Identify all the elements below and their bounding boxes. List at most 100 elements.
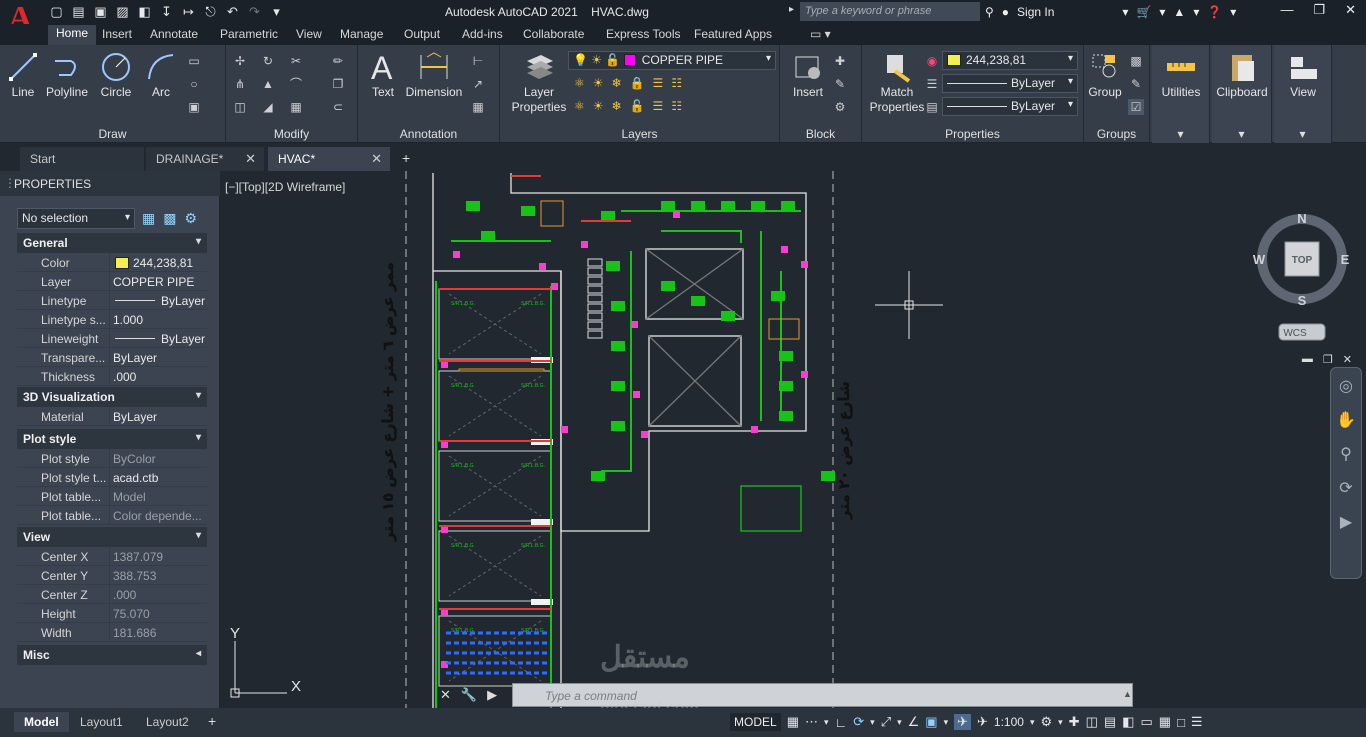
property-row[interactable]: Width 181.686 — [17, 623, 207, 642]
cart-icon[interactable]: 🛒 — [1136, 5, 1151, 19]
layer-properties-button[interactable]: Layer Properties — [510, 51, 568, 115]
ribbon-tab-collaborate[interactable]: Collaborate — [523, 27, 584, 41]
property-row[interactable]: Plot style ByColor — [17, 449, 207, 468]
insert-button[interactable]: Insert — [786, 51, 830, 100]
chevron-down-icon[interactable]: ▾ — [1193, 5, 1199, 19]
circle-button[interactable]: Circle — [96, 51, 136, 100]
close-icon[interactable]: ✕ — [440, 687, 451, 703]
ribbon-tab-parametric[interactable]: Parametric — [220, 27, 278, 41]
close-icon[interactable]: ✕ — [245, 151, 256, 167]
property-row[interactable]: Center Y 388.753 — [17, 566, 207, 585]
autodesk-apps-icon[interactable]: ▲ — [1173, 5, 1185, 19]
chevron-down-icon[interactable]: ▾ — [824, 717, 829, 728]
workspace-gear-icon[interactable]: ⚙ — [1040, 714, 1052, 730]
command-history-icon[interactable]: ▶ — [487, 687, 497, 703]
chevron-down-icon[interactable]: ▾ — [897, 717, 902, 728]
close-icon[interactable]: ✕ — [1345, 2, 1356, 18]
erase-icon[interactable]: ✏ — [330, 53, 346, 69]
search-expand-icon[interactable]: ▸ — [789, 4, 794, 15]
restore-icon[interactable]: ❐ — [1323, 353, 1333, 366]
user-icon[interactable]: ● — [1002, 5, 1009, 19]
infer-constraints-icon[interactable]: ∟ — [835, 715, 848, 730]
ribbon-minimize-icon[interactable]: ▭ ▾ — [810, 27, 831, 41]
polar-tracking-icon[interactable]: ⟳ — [853, 714, 864, 730]
layer-freeze-tool-icon[interactable]: ❄ — [612, 76, 622, 90]
layer-current-icon[interactable]: ☰ — [653, 99, 664, 113]
annotation-scale[interactable]: 1:100 — [994, 715, 1024, 729]
isolate-objects-icon[interactable]: ▭ — [1140, 714, 1152, 730]
doc-tab-hvac[interactable]: HVAC* ✕ — [268, 147, 390, 171]
steering-wheel-icon[interactable]: ◎ — [1331, 372, 1361, 402]
polyline-button[interactable]: Polyline — [42, 51, 92, 100]
toggle-pickadd-icon[interactable]: ▦ — [142, 210, 155, 227]
chevron-down-icon[interactable]: ▾ — [1030, 717, 1035, 728]
section-misc[interactable]: Misc ◂ — [17, 645, 207, 665]
layers-panel-title[interactable]: Layers — [500, 127, 779, 141]
pan-icon[interactable]: ✋ — [1331, 406, 1361, 436]
property-row[interactable]: Thickness .000 — [17, 367, 207, 386]
layout-tab-layout1[interactable]: Layout1 — [70, 712, 133, 732]
lineweight-dropdown[interactable]: ByLayer ▾ — [942, 97, 1078, 116]
property-row[interactable]: Height 75.070 — [17, 604, 207, 623]
clean-screen-icon[interactable]: □ — [1177, 715, 1185, 730]
line-button[interactable]: Line — [6, 51, 40, 100]
modify-panel-title[interactable]: Modify — [226, 127, 357, 141]
rectangle-icon[interactable]: ▭ — [186, 53, 202, 69]
auto-scale-icon[interactable]: ✈ — [977, 714, 988, 730]
layer-merge-icon[interactable]: ☷ — [671, 99, 682, 113]
close-icon[interactable]: ✕ — [1343, 353, 1352, 366]
stretch-icon[interactable]: ◫ — [232, 99, 248, 115]
isodraft-icon[interactable]: ⤢ — [881, 714, 891, 730]
annotation-visibility-icon[interactable]: ✈ — [954, 714, 972, 730]
property-row[interactable]: Color 244,238,81 — [17, 253, 207, 272]
select-objects-icon[interactable]: ▩ — [163, 210, 176, 227]
quick-properties-icon[interactable]: ▤ — [1104, 714, 1116, 730]
group-button[interactable]: Group — [1086, 51, 1124, 100]
linetype-dropdown[interactable]: ByLayer ▾ — [942, 74, 1078, 93]
plot-icon[interactable]: ⎋ — [202, 3, 219, 20]
new-file-icon[interactable]: ▢ — [48, 3, 65, 20]
doc-tab-start[interactable]: Start — [20, 147, 144, 171]
palette-grip-icon[interactable]: ⋮ — [4, 176, 16, 190]
property-row[interactable]: Plot style t... acad.ctb — [17, 468, 207, 487]
section-general[interactable]: General ▾ — [17, 233, 207, 253]
ribbon-tab-express-tools[interactable]: Express Tools — [606, 27, 680, 41]
showmotion-icon[interactable]: ▶ — [1331, 508, 1361, 538]
sign-in-button[interactable]: Sign In — [1017, 5, 1054, 19]
table-icon[interactable]: ▦ — [470, 99, 486, 115]
scale-icon[interactable]: ◢ — [260, 99, 276, 115]
object-snap-icon[interactable]: ▣ — [925, 714, 937, 730]
model-space-button[interactable]: MODEL — [730, 713, 781, 731]
linetype-icon[interactable]: ☰ — [924, 76, 940, 92]
layer-walk-icon[interactable]: ☷ — [671, 76, 682, 90]
property-row[interactable]: Layer COPPER PIPE — [17, 272, 207, 291]
trim-icon[interactable]: ✂ — [288, 53, 304, 69]
ribbon-tab-view[interactable]: View — [296, 27, 322, 41]
grid-icon[interactable]: ▦ — [787, 714, 799, 730]
utilities-panel[interactable]: Utilities ▾ — [1152, 45, 1210, 143]
layer-dropdown[interactable]: 💡 ☀ 🔓 COPPER PIPE ▾ — [568, 51, 776, 70]
layer-off-icon[interactable]: ☀ — [593, 76, 604, 90]
customize-icon[interactable]: ▾ — [268, 3, 285, 20]
property-row[interactable]: Plot table... Model — [17, 487, 207, 506]
block-panel-title[interactable]: Block — [780, 127, 861, 141]
share-icon[interactable]: ↦ — [180, 3, 197, 20]
layer-unlock-icon[interactable]: 🔓 — [630, 99, 645, 113]
layer-thaw-icon[interactable]: ❄ — [612, 99, 622, 113]
group-select-icon[interactable]: ☑ — [1128, 99, 1144, 115]
save-icon[interactable]: ▣ — [92, 3, 109, 20]
section-view[interactable]: View ▾ — [17, 527, 207, 547]
leader-icon[interactable]: ↗ — [470, 76, 486, 92]
open-folder-icon[interactable]: ▤ — [70, 3, 87, 20]
drawing-canvas[interactable]: [−][Top][2D Wireframe] S/R.L.B.G. S/R.L.B… — [221, 171, 1366, 708]
block-attribute-icon[interactable]: ⚙ — [832, 99, 848, 115]
ribbon-tab-featured-apps[interactable]: Featured Apps — [694, 27, 772, 41]
customization-icon[interactable]: ☰ — [1191, 714, 1203, 730]
ribbon-tab-output[interactable]: Output — [404, 27, 440, 41]
property-row[interactable]: Center Z .000 — [17, 585, 207, 604]
groups-panel-title[interactable]: Groups — [1084, 127, 1149, 141]
properties-panel-title[interactable]: Properties — [862, 127, 1083, 141]
clipboard-button[interactable]: Clipboard — [1214, 51, 1270, 100]
web-save-icon[interactable]: ◧ — [136, 3, 153, 20]
chevron-down-icon[interactable]: ▾ — [944, 717, 949, 728]
